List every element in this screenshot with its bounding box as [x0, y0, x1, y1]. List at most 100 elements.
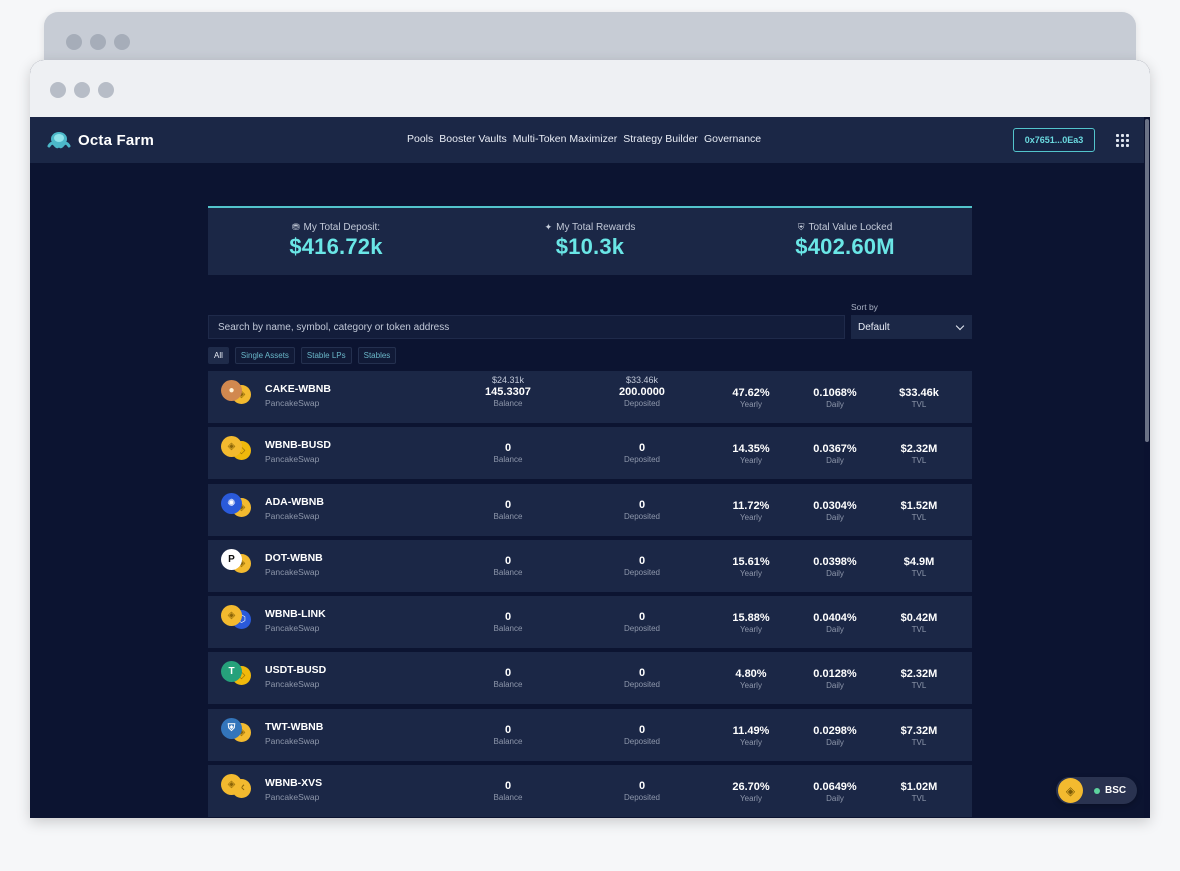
stats-panel: ⛃ My Total Deposit: $416.72k ✦ My Total Re… [208, 206, 972, 275]
balance-cell: 0 Balance [453, 544, 563, 577]
tvl-label: TVL [911, 400, 927, 409]
pool-pair-name: WBNB-XVS [265, 777, 323, 790]
tvl-label: TVL [911, 737, 927, 747]
token-pair-icons: ⛨ ◈ [221, 717, 255, 744]
stat-label: My Total Rewards [556, 222, 636, 233]
deposited-usd [587, 656, 697, 667]
tvl-cell: $1.52M TVL [864, 500, 974, 522]
balance-cell: 0 Balance [453, 656, 563, 689]
maximize-window-dot[interactable] [98, 82, 114, 98]
app-logo[interactable]: Octa Farm [46, 130, 154, 150]
apps-grid-icon[interactable] [1116, 134, 1129, 147]
search-input[interactable]: Search by name, symbol, category or toke… [208, 315, 845, 339]
filter-all[interactable]: All [208, 347, 229, 364]
deposited-cell: 0 Deposited [587, 544, 697, 577]
bnb-icon: ◈ [1058, 778, 1083, 803]
pool-row[interactable]: ● ◈ CAKE-WBNB PancakeSwap $24.31k 145.3307 Bal… [208, 371, 972, 423]
nav-pools[interactable]: Pools [407, 133, 433, 145]
pool-row[interactable]: ⛨ ◈ TWT-WBNB PancakeSwap 0 Balance 0 Deposited 1… [208, 708, 974, 761]
tvl-cell: $2.32M TVL [864, 443, 974, 465]
pool-pair-name: WBNB-LINK [265, 608, 326, 621]
window-dot [90, 34, 106, 50]
stat-label: Total Value Locked [808, 222, 893, 233]
window-controls [50, 82, 114, 98]
deposited-label: Deposited [623, 567, 661, 577]
nav-governance[interactable]: Governance [704, 133, 761, 145]
balance-usd: $24.31k [491, 375, 525, 385]
pool-row[interactable]: ◈ ⬡ WBNB-LINK PancakeSwap 0 Balance 0 Deposited… [208, 596, 972, 649]
balance-label: Balance [493, 399, 523, 408]
balance-usd [453, 600, 563, 611]
deposited-value: 0 [638, 442, 646, 455]
deposited-cell: 0 Deposited [587, 431, 697, 464]
deposited-value: 0 [638, 723, 646, 736]
filter-stables[interactable]: Stables [357, 347, 397, 364]
filter-single-assets[interactable]: Single Assets [234, 347, 295, 364]
balance-value: 0 [504, 780, 512, 793]
pool-row[interactable]: T ◇ USDT-BUSD PancakeSwap 0 Balance 0 Deposited… [208, 652, 972, 705]
pool-row[interactable]: ◈ ◇ WBNB-BUSD PancakeSwap 0 Balance 0 Deposited… [208, 427, 974, 480]
nav-booster-vaults[interactable]: Booster Vaults [439, 133, 507, 145]
deposited-cell: 0 Deposited [587, 769, 697, 802]
minimize-window-dot[interactable] [74, 82, 90, 98]
balance-usd [453, 431, 563, 442]
tvl-value: $2.32M [900, 443, 938, 456]
filter-chips: All Single Assets Stable LPs Stables [208, 347, 397, 364]
balance-label: Balance [493, 455, 523, 465]
pool-pair-name: CAKE-WBNB [265, 383, 331, 395]
tvl-cell: $33.46k TVL [864, 387, 974, 409]
wallet-address-button[interactable]: 0x7651...0Ea3 [1013, 128, 1095, 152]
token-pair-icons: ◈ ✕ [221, 774, 255, 800]
tvl-value: $1.02M [900, 781, 938, 794]
balance-value: 0 [504, 498, 512, 511]
pool-pair-name: ADA-WBNB [265, 495, 324, 508]
filter-stable-lps[interactable]: Stable LPs [300, 347, 352, 364]
token-pair-icons: ● ◈ [221, 380, 255, 406]
page-scrollbar[interactable] [1144, 117, 1150, 818]
deposited-label: Deposited [623, 455, 661, 465]
network-badge[interactable]: ◈ BSC [1056, 777, 1137, 804]
pool-pair-name: TWT-WBNB [265, 720, 324, 733]
balance-cell: $24.31k 145.3307 Balance [453, 375, 563, 408]
balance-usd [453, 488, 563, 499]
token-pair-icons: ◈ ⬡ [221, 605, 255, 631]
pool-row[interactable]: ◈ ✕ WBNB-XVS PancakeSwap 0 Balance 0 Deposited 2… [208, 765, 972, 818]
pool-dex-name: PancakeSwap [265, 623, 320, 634]
ada-icon: ✺ [221, 492, 242, 514]
nav-multi-token-maximizer[interactable]: Multi-Token Maximizer [513, 133, 617, 145]
stat-value: $10.3k [555, 234, 625, 259]
tvl-value: $1.52M [900, 499, 938, 512]
deposited-usd [587, 600, 697, 611]
deposited-usd [587, 488, 697, 499]
window-dot [66, 34, 82, 50]
deposited-label: Deposited [623, 511, 661, 521]
balance-usd [453, 713, 563, 724]
browser-window: Octa Farm Pools Booster Vaults Multi-Tok… [30, 60, 1150, 818]
deposited-value: 200.0000 [619, 386, 665, 398]
tvl-cell: $7.32M TVL [864, 725, 974, 747]
pool-list: ● ◈ CAKE-WBNB PancakeSwap $24.31k 145.3307 Bal… [208, 371, 972, 818]
deposited-usd [587, 431, 697, 442]
window-dot [114, 34, 130, 50]
network-name: BSC [1105, 785, 1127, 796]
balance-value: 0 [504, 611, 512, 624]
balance-cell: 0 Balance [453, 431, 563, 464]
balance-label: Balance [493, 793, 523, 803]
pool-row[interactable]: ✺ ◈ ADA-WBNB PancakeSwap 0 Balance 0 Deposited 1… [208, 483, 974, 536]
pool-row[interactable]: P ◈ DOT-WBNB PancakeSwap 0 Balance 0 Deposited 1… [208, 539, 972, 592]
tvl-label: TVL [911, 625, 927, 635]
scrollbar-thumb[interactable] [1145, 119, 1149, 442]
close-window-dot[interactable] [50, 82, 66, 98]
app-name: Octa Farm [78, 131, 154, 149]
deposited-cell: 0 Deposited [587, 656, 697, 689]
window-controls-back [66, 34, 130, 50]
deposit-icon: ⛃ [291, 222, 300, 232]
pool-dex-name: PancakeSwap [265, 454, 320, 465]
nav-strategy-builder[interactable]: Strategy Builder [623, 133, 698, 145]
tvl-value: $33.46k [899, 387, 939, 399]
sort-select[interactable]: Default [851, 315, 972, 339]
tvl-value: $0.42M [900, 612, 938, 625]
network-status-dot [1094, 788, 1100, 794]
tvl-label: TVL [911, 568, 927, 578]
balance-value: 0 [504, 554, 512, 567]
